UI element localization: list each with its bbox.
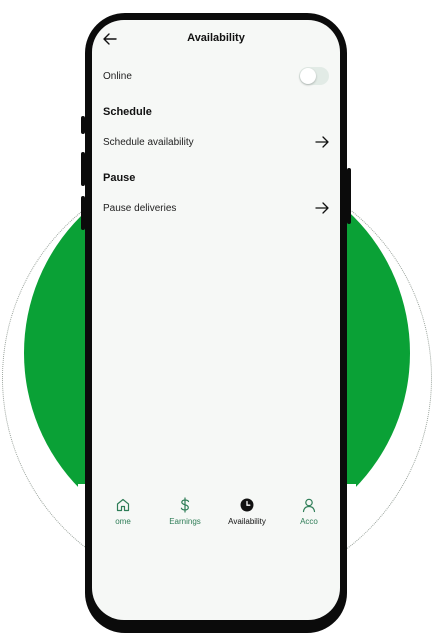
home-icon — [116, 498, 130, 512]
page-title: Availability — [187, 32, 245, 44]
clock-icon — [240, 498, 254, 512]
tab-account[interactable]: Acco — [278, 493, 340, 537]
tab-home-label: ome — [115, 517, 131, 526]
arrow-right-icon — [315, 136, 329, 148]
app-header: Availability — [92, 20, 340, 58]
schedule-availability-row[interactable]: Schedule availability — [92, 129, 340, 155]
pause-deliveries-row[interactable]: Pause deliveries — [92, 195, 340, 221]
online-label: Online — [103, 70, 132, 82]
tab-availability-label: Availability — [228, 517, 266, 526]
online-row: Online — [92, 63, 340, 89]
bottom-tab-bar: ome Earnings Availability Acco — [92, 493, 340, 537]
schedule-availability-label: Schedule availability — [103, 136, 194, 148]
tab-home[interactable]: ome — [92, 493, 154, 537]
tab-earnings[interactable]: Earnings — [154, 493, 216, 537]
phone-power-button — [347, 168, 351, 224]
tab-account-label: Acco — [300, 517, 318, 526]
tab-earnings-label: Earnings — [169, 517, 201, 526]
online-toggle[interactable] — [299, 67, 329, 85]
pause-deliveries-label: Pause deliveries — [103, 202, 177, 214]
pause-section-title: Pause — [103, 172, 136, 184]
account-icon — [302, 498, 316, 513]
dollar-icon — [180, 497, 190, 513]
schedule-section-title: Schedule — [103, 106, 152, 118]
phone-screen: Availability Online Schedule Schedule av… — [92, 20, 340, 620]
tab-availability[interactable]: Availability — [216, 493, 278, 537]
arrow-right-icon — [315, 202, 329, 214]
toggle-knob — [300, 68, 316, 84]
